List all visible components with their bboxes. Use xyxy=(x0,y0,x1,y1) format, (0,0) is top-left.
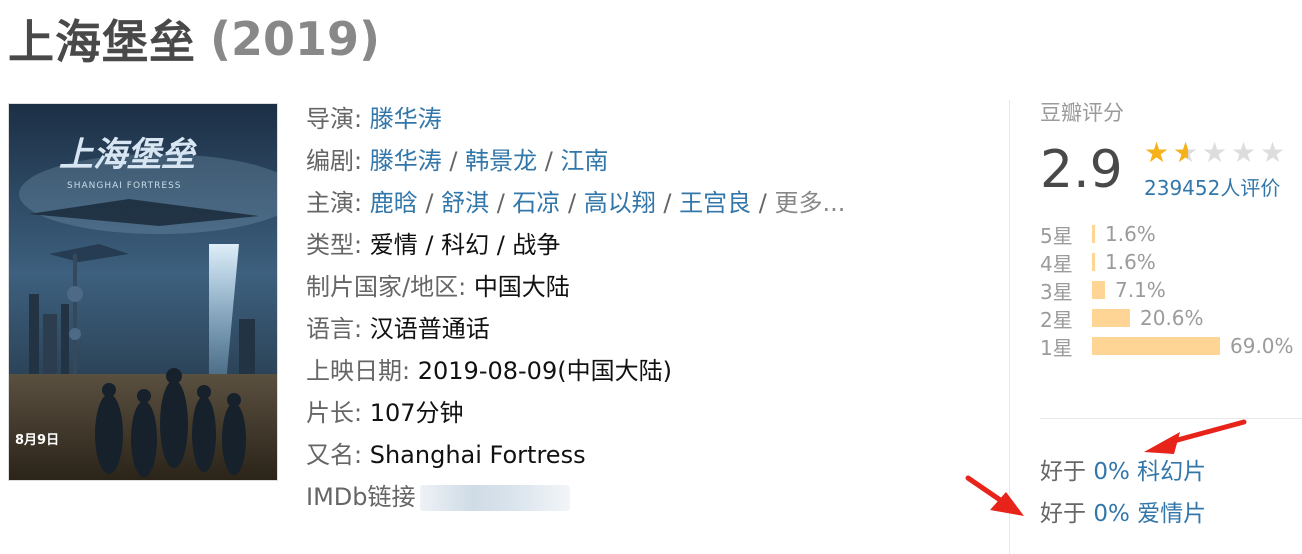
rating-row-3star: 3星 7.1% xyxy=(1040,276,1302,304)
language-value: 汉语普通话 xyxy=(369,315,490,343)
rating-bar xyxy=(1092,253,1095,271)
rating-row-percent: 7.1% xyxy=(1115,278,1166,302)
rating-row-label: 2星 xyxy=(1040,307,1073,332)
director-row: 导演: 滕华涛 xyxy=(306,98,906,140)
rating-bar xyxy=(1092,309,1130,327)
star-empty-icon: ★ xyxy=(1202,136,1228,169)
aka-row: 又名: Shanghai Fortress xyxy=(306,434,906,476)
country-label: 制片国家/地区: xyxy=(306,273,467,301)
cast-link-5[interactable]: 王宫良 xyxy=(679,189,751,217)
imdb-row: IMDb链接 xyxy=(306,476,906,518)
better-than-percent-link[interactable]: 0% xyxy=(1093,501,1130,527)
runtime-value: 107分钟 xyxy=(369,399,464,427)
separator: / xyxy=(560,189,584,217)
better-than-category-link[interactable]: 爱情片 xyxy=(1137,501,1206,527)
movie-year: (2019) xyxy=(210,12,381,66)
genre-label: 类型: xyxy=(306,231,363,259)
separator: / xyxy=(537,147,561,175)
cast-label: 主演: xyxy=(306,189,363,217)
director-link[interactable]: 滕华涛 xyxy=(370,105,442,133)
writer-row: 编剧: 滕华涛 / 韩景龙 / 江南 xyxy=(306,140,906,182)
cast-more-link[interactable]: 更多... xyxy=(774,189,845,217)
poster-artwork: 上海堡垒 SHANGHAI FORTRESS 8月9日 xyxy=(9,104,277,480)
writer-link-2[interactable]: 韩景龙 xyxy=(465,147,537,175)
rating-row-1star: 1星 69.0% xyxy=(1040,332,1302,360)
annotation-arrow-icon xyxy=(965,475,1024,516)
genre-value: 爱情 / 科幻 / 战争 xyxy=(369,231,561,259)
cast-link-4[interactable]: 高以翔 xyxy=(584,189,656,217)
poster-subtitle-art: SHANGHAI FORTRESS xyxy=(67,181,182,191)
better-than-prefix: 好于 xyxy=(1040,459,1086,485)
star-empty-icon: ★ xyxy=(1231,136,1257,169)
director-label: 导演: xyxy=(306,105,363,133)
movie-title: 上海堡垒 xyxy=(8,15,196,69)
separator: / xyxy=(417,189,442,217)
separator: / xyxy=(441,147,466,175)
rating-bar xyxy=(1092,225,1095,243)
rating-row-4star: 4星 1.6% xyxy=(1040,248,1302,276)
poster-date-art: 8月9日 xyxy=(15,433,59,448)
better-than-romance: 好于 0% 爱情片 xyxy=(1040,494,1302,528)
rating-row-percent: 20.6% xyxy=(1140,306,1204,330)
rating-row-percent: 1.6% xyxy=(1105,222,1156,246)
better-than-prefix: 好于 xyxy=(1040,501,1086,527)
cast-link-2[interactable]: 舒淇 xyxy=(441,189,489,217)
rating-bar xyxy=(1092,281,1105,299)
star-icon: ★ xyxy=(1144,136,1170,169)
separator: / xyxy=(655,189,680,217)
better-than-category-link[interactable]: 科幻片 xyxy=(1137,459,1206,485)
rating-score: 2.9 xyxy=(1040,140,1123,200)
rating-row-percent: 69.0% xyxy=(1230,334,1294,358)
rating-row-5star: 5星 1.6% xyxy=(1040,220,1302,248)
language-label: 语言: xyxy=(306,315,363,343)
country-row: 制片国家/地区: 中国大陆 xyxy=(306,266,906,308)
country-value: 中国大陆 xyxy=(473,273,570,301)
cast-link-3[interactable]: 石凉 xyxy=(512,189,560,217)
imdb-label: IMDb链接 xyxy=(306,483,416,511)
rating-row-percent: 1.6% xyxy=(1105,250,1156,274)
rating-header: 豆瓣评分 xyxy=(1040,101,1124,125)
rating-stars: ★ ★ ★ ★ ★ xyxy=(1144,136,1289,169)
rating-row-label: 1星 xyxy=(1040,335,1073,360)
release-date-label: 上映日期: xyxy=(306,357,411,385)
writer-link-3[interactable]: 江南 xyxy=(560,147,608,175)
runtime-label: 片长: xyxy=(306,399,363,427)
imdb-link-blurred[interactable] xyxy=(419,485,570,511)
release-date-row: 上映日期: 2019-08-09(中国大陆) xyxy=(306,350,906,392)
rating-panel: 豆瓣评分 2.9 ★ ★ ★ ★ ★ 239452人评价 5星 1.6% 4星 … xyxy=(1040,98,1302,360)
better-than-percent-link[interactable]: 0% xyxy=(1093,459,1130,485)
cast-link-1[interactable]: 鹿晗 xyxy=(370,189,418,217)
rating-score-block: 2.9 ★ ★ ★ ★ ★ 239452人评价 xyxy=(1040,128,1302,206)
rating-distribution: 5星 1.6% 4星 1.6% 3星 7.1% 2星 20.6% 1星 69.0… xyxy=(1040,220,1302,360)
genre-row: 类型: 爱情 / 科幻 / 战争 xyxy=(306,224,906,266)
runtime-row: 片长: 107分钟 xyxy=(306,392,906,434)
writer-label: 编剧: xyxy=(306,147,363,175)
aka-label: 又名: xyxy=(306,441,363,469)
rating-row-label: 4星 xyxy=(1040,251,1073,276)
language-row: 语言: 汉语普通话 xyxy=(306,308,906,350)
release-date-value: 2019-08-09(中国大陆) xyxy=(417,357,672,385)
rating-bar xyxy=(1092,337,1220,355)
star-empty-icon: ★ xyxy=(1260,136,1286,169)
movie-poster[interactable]: 上海堡垒 SHANGHAI FORTRESS 8月9日 xyxy=(8,103,278,481)
rating-row-label: 3星 xyxy=(1040,279,1073,304)
movie-info: 导演: 滕华涛 编剧: 滕华涛 / 韩景龙 / 江南 主演: 鹿晗 / 舒淇 /… xyxy=(306,98,906,518)
rating-votes-link[interactable]: 239452人评价 xyxy=(1144,172,1280,201)
poster-title-art: 上海堡垒 xyxy=(59,135,197,175)
star-half-icon: ★ xyxy=(1173,138,1202,169)
cast-row: 主演: 鹿晗 / 舒淇 / 石凉 / 高以翔 / 王宫良 / 更多... xyxy=(306,182,906,224)
separator: / xyxy=(489,189,513,217)
movie-title-heading: 上海堡垒 (2019) xyxy=(8,6,380,72)
annotation-arrow-icon xyxy=(1144,419,1247,454)
rating-row-2star: 2星 20.6% xyxy=(1040,304,1302,332)
writer-link-1[interactable]: 滕华涛 xyxy=(370,147,442,175)
rating-row-label: 5星 xyxy=(1040,223,1073,248)
separator: / xyxy=(751,189,775,217)
aka-value: Shanghai Fortress xyxy=(369,441,586,469)
